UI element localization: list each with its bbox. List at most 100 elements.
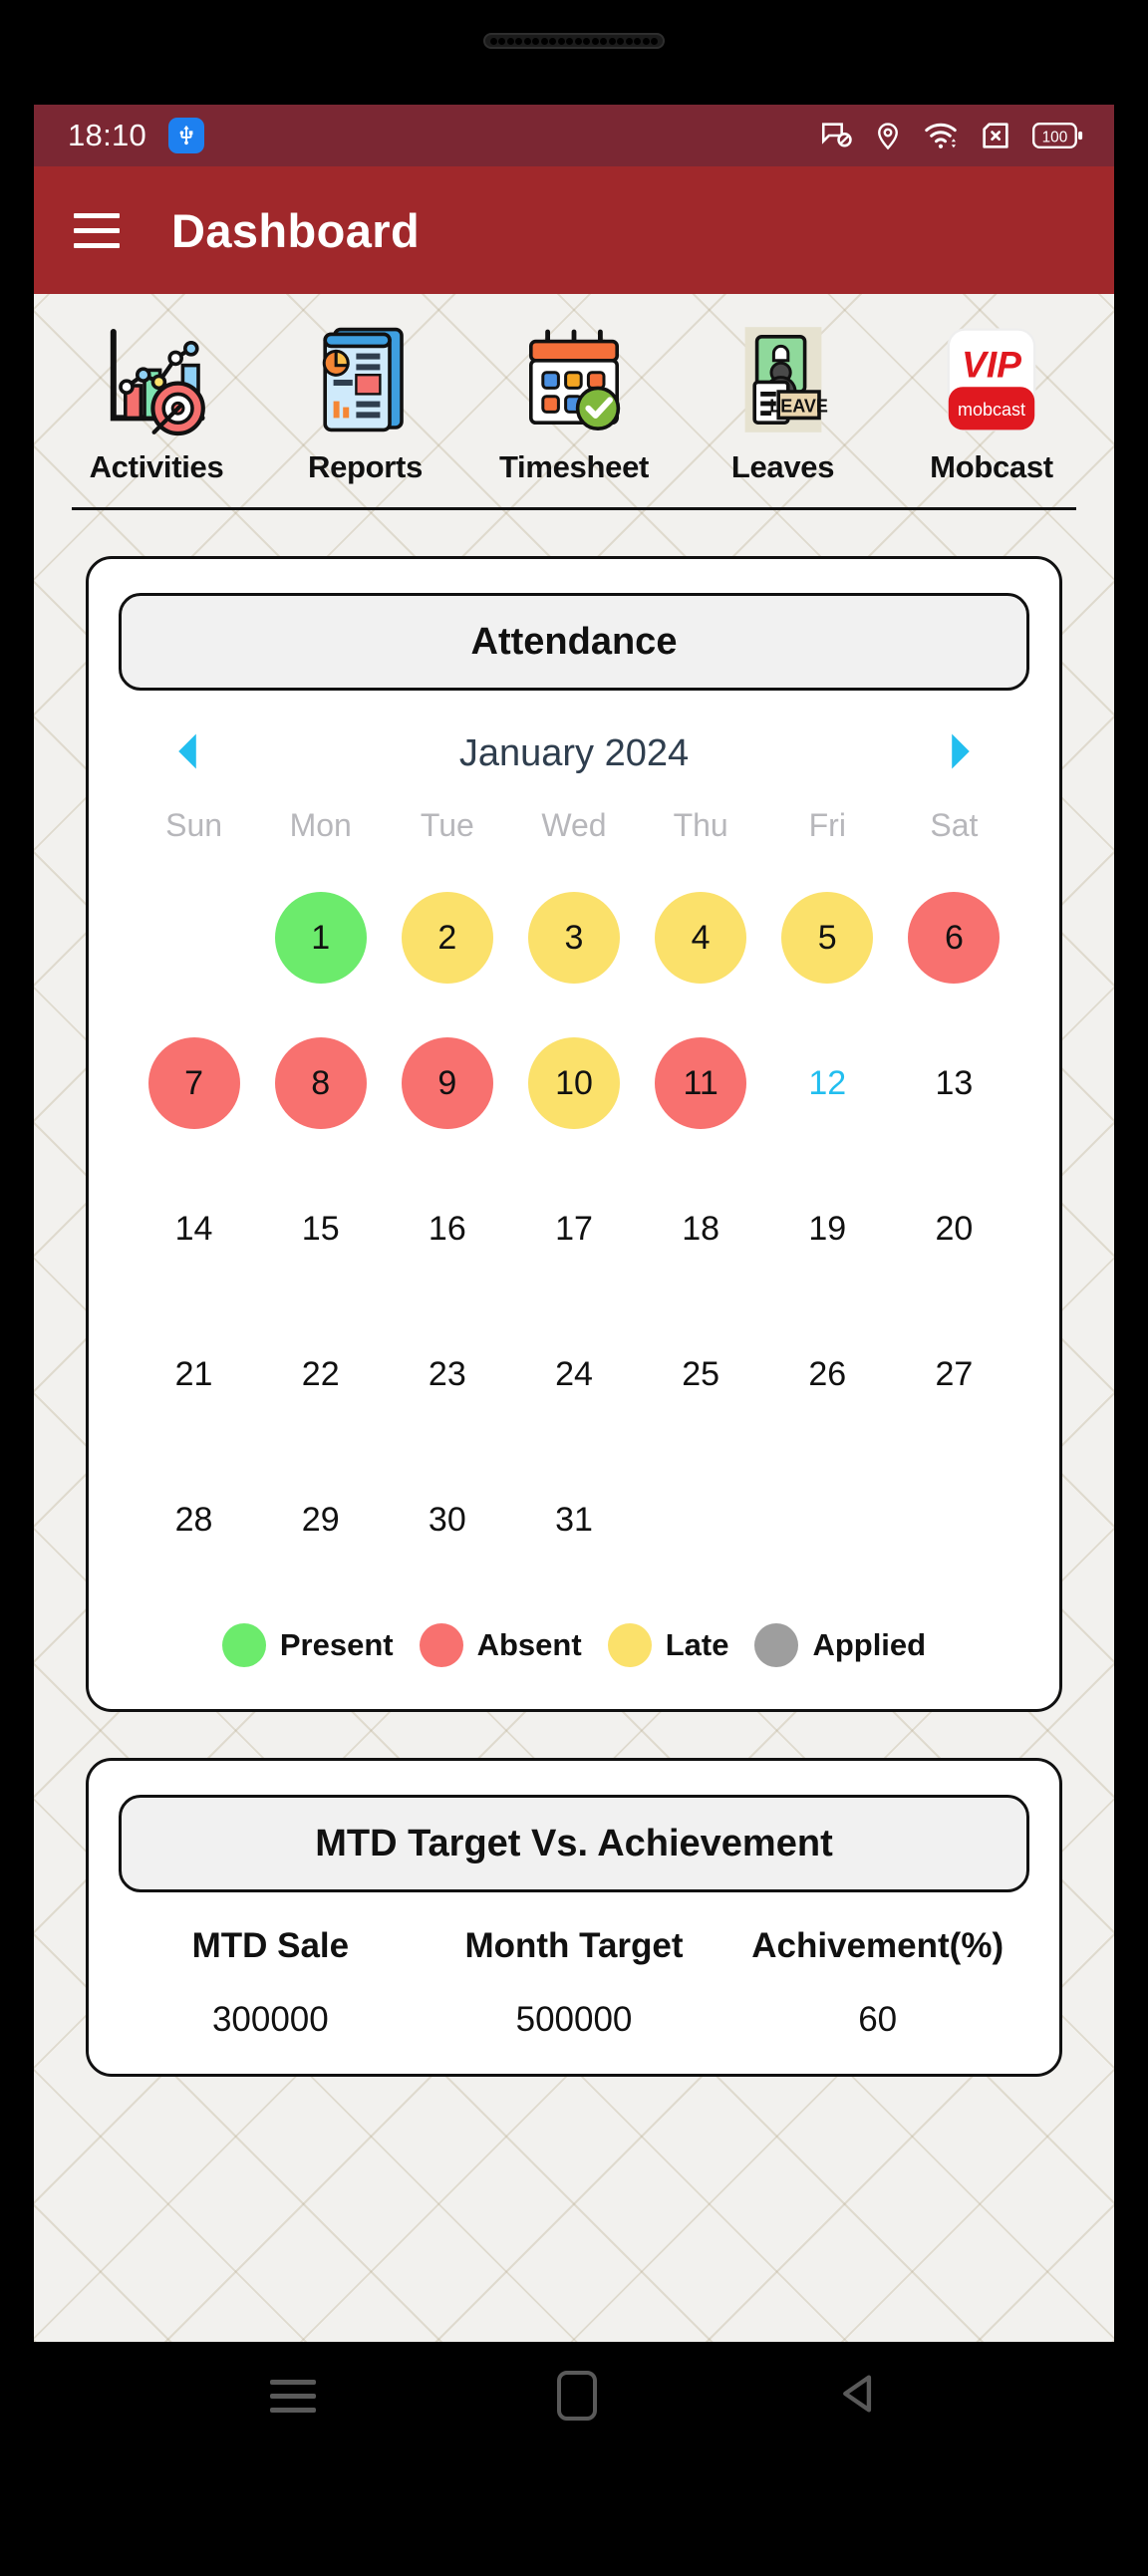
calendar-day-cell[interactable]: 13	[891, 1013, 1017, 1153]
calendar-day-7[interactable]: 7	[147, 1037, 240, 1129]
calendar-day-cell[interactable]: 19	[764, 1159, 891, 1298]
calendar-day-cell[interactable]: 5	[764, 868, 891, 1007]
calendar-day-cell[interactable]: 7	[131, 1013, 257, 1153]
legend-color-dot	[754, 1623, 799, 1667]
calendar-day-cell[interactable]: 28	[131, 1450, 257, 1589]
calendar-day-15[interactable]: 15	[275, 1183, 367, 1275]
calendar-day-18[interactable]: 18	[655, 1183, 746, 1275]
calendar-day-cell[interactable]: 14	[131, 1159, 257, 1298]
calendar-day-12[interactable]: 12	[781, 1037, 873, 1129]
quick-action-label: Timesheet	[498, 449, 650, 484]
calendar-day-cell[interactable]: 6	[891, 868, 1017, 1007]
svg-text:VIP: VIP	[962, 344, 1021, 386]
calendar-day-21[interactable]: 21	[148, 1328, 240, 1420]
quick-action-reports[interactable]: Reports	[267, 316, 464, 485]
calendar-day-cell[interactable]: 23	[384, 1304, 510, 1444]
mtd-column-header: Month Target	[464, 1926, 684, 1965]
calendar-day-23[interactable]: 23	[402, 1328, 493, 1420]
calendar-day-11[interactable]: 11	[655, 1037, 747, 1129]
attendance-card: Attendance January 2024 Sun Mon Tue Wed Thu F…	[86, 556, 1062, 1712]
page-title: Dashboard	[171, 203, 421, 257]
calendar-day-14[interactable]: 14	[148, 1183, 240, 1275]
calendar-day-cell[interactable]: 31	[510, 1450, 637, 1589]
calendar-day-16[interactable]: 16	[402, 1183, 493, 1275]
calendar-day-cell[interactable]: 22	[257, 1304, 384, 1444]
calendar-day-22[interactable]: 22	[275, 1328, 367, 1420]
day-of-week-header: Mon	[289, 807, 352, 843]
calendar-day-19[interactable]: 19	[781, 1183, 873, 1275]
earpiece-speaker-grille	[483, 33, 665, 49]
legend-color-dot	[607, 1623, 652, 1667]
calendar-day-cell[interactable]: 8	[257, 1013, 384, 1153]
vip-mobcast-logo-icon: VIP mobcast	[893, 316, 1090, 443]
hamburger-menu-icon[interactable]	[74, 212, 120, 248]
calendar-day-3[interactable]: 3	[527, 892, 620, 984]
day-of-week-header: Thu	[673, 807, 728, 843]
calendar-day-cell[interactable]: 27	[891, 1304, 1017, 1444]
legend-label: Late	[665, 1627, 729, 1662]
home-icon[interactable]	[557, 2371, 597, 2421]
calendar-day-cell[interactable]: 4	[638, 868, 764, 1007]
calendar-day-20[interactable]: 20	[908, 1183, 1000, 1275]
calendar-day-8[interactable]: 8	[274, 1037, 367, 1129]
calendar-day-cell[interactable]: 10	[510, 1013, 637, 1153]
calendar-day-24[interactable]: 24	[528, 1328, 620, 1420]
calendar-day-cell[interactable]: 11	[638, 1013, 764, 1153]
calendar-day-4[interactable]: 4	[655, 892, 747, 984]
quick-action-timesheet[interactable]: Timesheet	[475, 316, 673, 485]
calendar-day-13[interactable]: 13	[908, 1037, 1000, 1129]
calendar-day-27[interactable]: 27	[908, 1328, 1000, 1420]
svg-text:mobcast: mobcast	[958, 400, 1025, 420]
activities-chart-target-icon	[58, 316, 255, 443]
calendar-day-cell[interactable]: 16	[384, 1159, 510, 1298]
recents-icon[interactable]	[270, 2379, 316, 2413]
calendar-day-25[interactable]: 25	[655, 1328, 746, 1420]
quick-action-activities[interactable]: Activities	[58, 316, 255, 485]
day-of-week-header: Fri	[808, 807, 846, 843]
calendar-day-cell[interactable]: 17	[510, 1159, 637, 1298]
calendar-day-cell[interactable]: 24	[510, 1304, 637, 1444]
location-pin-icon	[873, 119, 903, 152]
calendar-day-1[interactable]: 1	[274, 892, 367, 984]
chevron-left-icon[interactable]	[172, 732, 202, 775]
calendar-day-26[interactable]: 26	[781, 1328, 873, 1420]
calendar-day-cell[interactable]: 15	[257, 1159, 384, 1298]
current-month-label: January 2024	[458, 732, 690, 774]
calendar-day-9[interactable]: 9	[401, 1037, 493, 1129]
calendar-day-28[interactable]: 28	[148, 1474, 240, 1566]
calendar-day-31[interactable]: 31	[528, 1474, 620, 1566]
calendar-day-cell[interactable]: 30	[384, 1450, 510, 1589]
quick-action-mobcast[interactable]: VIP mobcast Mobcast	[893, 316, 1090, 485]
calendar-day-cell[interactable]: 9	[384, 1013, 510, 1153]
mtd-card-title[interactable]: MTD Target Vs. Achievement	[119, 1795, 1029, 1892]
phone-top-bezel	[0, 0, 1148, 105]
quick-action-leaves[interactable]: LEAVE Leaves	[685, 316, 882, 485]
calendar-day-17[interactable]: 17	[528, 1183, 620, 1275]
quick-action-label: Leaves	[730, 449, 835, 484]
calendar-day-30[interactable]: 30	[402, 1474, 493, 1566]
calendar-day-29[interactable]: 29	[275, 1474, 367, 1566]
calendar-day-cell[interactable]: 20	[891, 1159, 1017, 1298]
calendar-day-10[interactable]: 10	[527, 1037, 620, 1129]
calendar-day-cell[interactable]: 26	[764, 1304, 891, 1444]
calendar-day-cell[interactable]: 12	[764, 1013, 891, 1153]
calendar-day-2[interactable]: 2	[401, 892, 493, 984]
calendar-day-cell[interactable]: 29	[257, 1450, 384, 1589]
calendar-day-6[interactable]: 6	[908, 892, 1001, 984]
chevron-right-icon[interactable]	[946, 732, 976, 775]
calendar-day-cell[interactable]: 2	[384, 868, 510, 1007]
notifications-blocked-icon	[819, 119, 853, 152]
status-bar-right: 100	[819, 119, 1084, 152]
calendar-day-5[interactable]: 5	[781, 892, 874, 984]
legend-label: Present	[279, 1627, 394, 1662]
timesheet-calendar-check-icon	[475, 316, 673, 443]
calendar-day-cell[interactable]: 18	[638, 1159, 764, 1298]
calendar-day-cell[interactable]: 21	[131, 1304, 257, 1444]
calendar-day-cell[interactable]: 25	[638, 1304, 764, 1444]
attendance-card-title[interactable]: Attendance	[119, 593, 1029, 691]
back-icon[interactable]	[838, 2372, 878, 2421]
calendar-day-cell[interactable]: 1	[257, 868, 384, 1007]
calendar-day-cell[interactable]: 3	[510, 868, 637, 1007]
battery-level-text: 100	[1042, 129, 1068, 145]
quick-action-label: Reports	[307, 449, 424, 484]
